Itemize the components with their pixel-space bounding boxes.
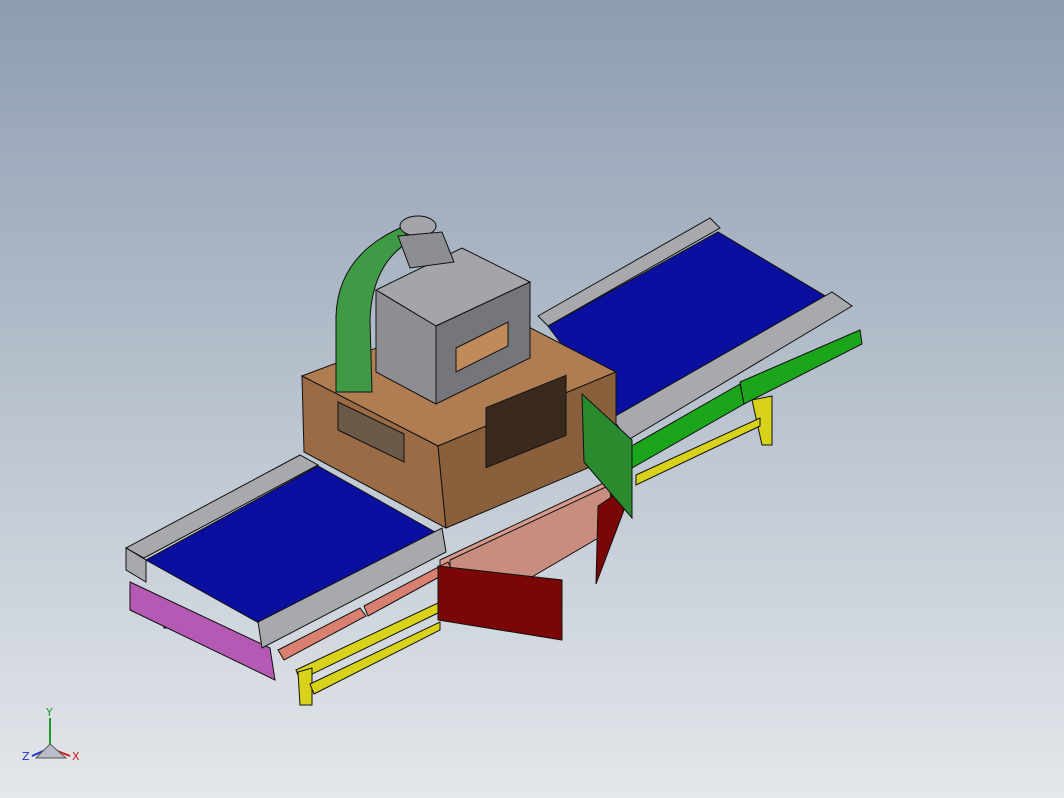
triad-y-label: Y: [45, 706, 53, 719]
triad-x-label: X: [72, 750, 80, 763]
cad-viewport[interactable]: Y X Z: [0, 0, 1064, 798]
triad-z-label: Z: [22, 750, 30, 763]
cad-model-view[interactable]: Y X Z: [0, 0, 1064, 798]
